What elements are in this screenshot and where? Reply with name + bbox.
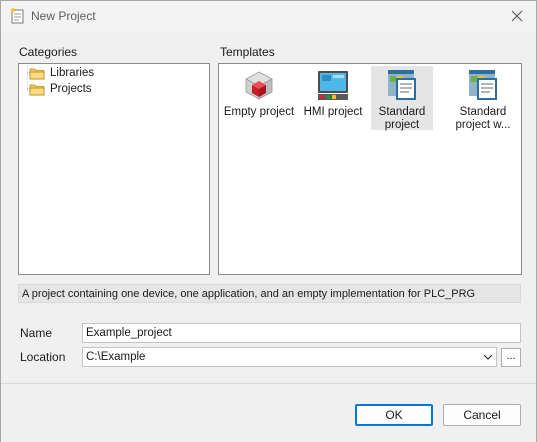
templates-list[interactable]: Empty project HMI project Standard proje… — [218, 63, 522, 275]
location-value: C:\Example — [86, 351, 146, 363]
tree-item-projects[interactable]: Projects — [27, 81, 94, 97]
template-label: Empty project — [223, 106, 295, 118]
template-label-line1: Standard — [459, 106, 507, 118]
standard-project-icon — [388, 70, 416, 100]
template-hmi-project[interactable]: HMI project — [295, 66, 371, 132]
chevron-down-icon[interactable] — [482, 351, 494, 363]
new-project-icon — [10, 7, 24, 24]
title-bar: New Project — [1, 1, 536, 31]
template-standard-project-with[interactable]: Standard project w... — [445, 66, 521, 132]
categories-label: Categories — [19, 45, 78, 59]
name-label: Name — [20, 326, 53, 340]
tree-item-libraries[interactable]: Libraries — [27, 65, 96, 81]
close-icon — [511, 10, 523, 22]
cancel-button[interactable]: Cancel — [443, 404, 521, 426]
template-label-line2: project w... — [455, 119, 511, 131]
hmi-project-icon — [318, 71, 348, 100]
ok-button[interactable]: OK — [355, 404, 433, 426]
close-button[interactable] — [498, 1, 536, 31]
location-label: Location — [20, 350, 66, 364]
template-label-line1: Standard — [378, 106, 426, 118]
dialog-footer: OK Cancel — [1, 384, 536, 442]
location-combobox[interactable]: C:\Example — [82, 347, 497, 367]
template-standard-project[interactable]: Standard project — [371, 66, 433, 131]
tree-item-label: Libraries — [50, 67, 95, 79]
template-description: A project containing one device, one app… — [18, 284, 521, 303]
empty-project-icon — [245, 71, 273, 100]
standard-project-with-icon — [469, 70, 497, 100]
templates-label: Templates — [220, 45, 275, 59]
folder-icon — [27, 82, 45, 96]
window-title: New Project — [31, 9, 96, 23]
folder-icon — [27, 66, 45, 80]
name-input[interactable]: Example_project — [82, 323, 521, 343]
tree-item-label: Projects — [48, 83, 94, 95]
browse-button[interactable]: ... — [501, 348, 521, 367]
template-label-line2: project — [384, 119, 420, 131]
new-project-dialog: New Project Categories Libraries Project… — [0, 0, 537, 442]
categories-tree[interactable]: Libraries Projects — [18, 63, 210, 275]
template-empty-project[interactable]: Empty project — [221, 66, 297, 132]
template-label: HMI project — [303, 106, 363, 118]
